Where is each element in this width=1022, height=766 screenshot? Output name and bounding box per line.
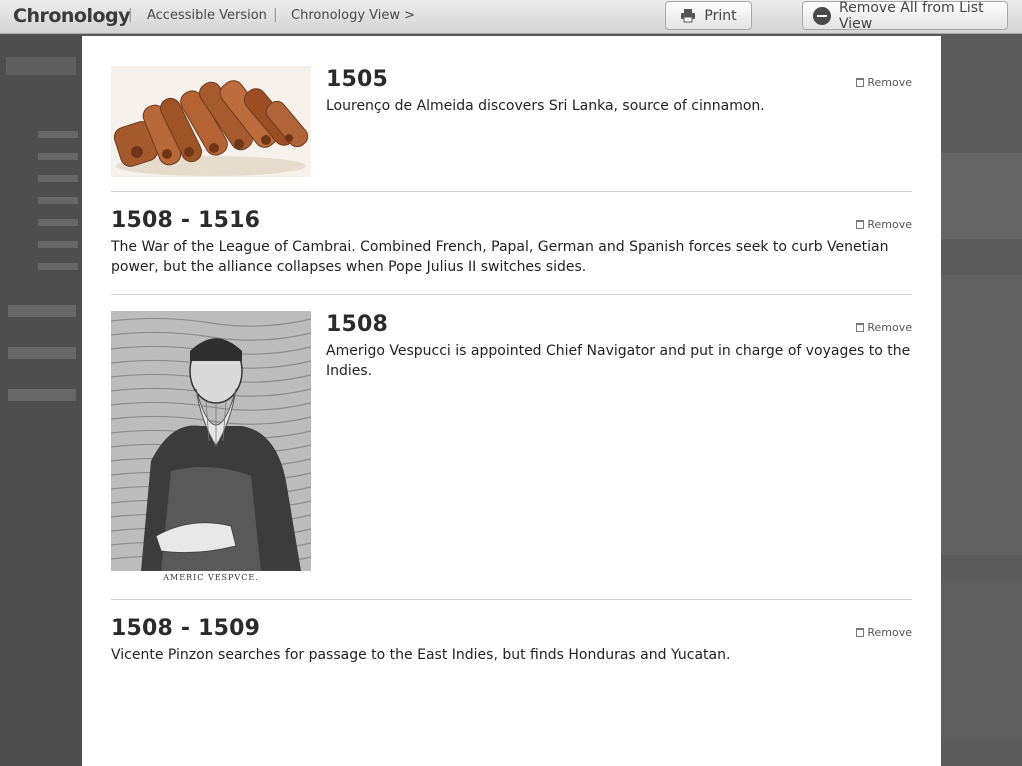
- accessible-version-link[interactable]: Accessible Version: [147, 8, 267, 23]
- entry-image-portrait: AMERIC VESPVCE.: [111, 311, 311, 585]
- list-item: 1505 Lourenço de Almeida discovers Sri L…: [111, 66, 912, 178]
- trash-icon: [856, 628, 865, 637]
- trash-icon: [856, 323, 865, 332]
- list-item: 1508 - 1516 The War of the League of Cam…: [111, 208, 912, 280]
- entry-year: 1505: [326, 67, 389, 92]
- remove-label: Remove: [867, 321, 912, 334]
- divider: [111, 191, 912, 192]
- remove-label: Remove: [867, 626, 912, 639]
- print-button[interactable]: Print: [665, 1, 752, 30]
- cinnamon-image: [111, 66, 311, 177]
- printer-icon: [681, 8, 696, 22]
- entry-year: 1508: [326, 312, 389, 337]
- background-timeline: [941, 35, 1022, 766]
- divider: [111, 599, 912, 600]
- remove-entry-button[interactable]: Remove: [856, 321, 912, 334]
- entry-image-cinnamon: [111, 66, 311, 177]
- list-view-modal: 1505 Lourenço de Almeida discovers Sri L…: [82, 36, 941, 766]
- remove-entry-button[interactable]: Remove: [856, 76, 912, 89]
- remove-all-button[interactable]: Remove All from List View: [802, 0, 1008, 32]
- toolbar-separator: |: [128, 7, 133, 23]
- portrait-engraving: [111, 311, 311, 571]
- toolbar-separator: |: [273, 7, 278, 23]
- entry-description: Vicente Pinzon searches for passage to t…: [111, 647, 731, 663]
- list-item: AMERIC VESPVCE. 1508 Amerigo Vespucci is…: [111, 311, 912, 585]
- app-title: Chronology: [13, 5, 131, 27]
- remove-label: Remove: [867, 218, 912, 231]
- list-item: 1508 - 1509 Vicente Pinzon searches for …: [111, 616, 912, 668]
- chronology-view-link[interactable]: Chronology View >: [291, 8, 415, 23]
- print-label: Print: [704, 7, 737, 24]
- remove-entry-button[interactable]: Remove: [856, 626, 912, 639]
- entry-year: 1508 - 1516: [111, 208, 261, 233]
- portrait-caption: AMERIC VESPVCE.: [163, 573, 259, 582]
- remove-label: Remove: [867, 76, 912, 89]
- background-sidebar: [0, 35, 82, 766]
- remove-entry-button[interactable]: Remove: [856, 218, 912, 231]
- entry-year: 1508 - 1509: [111, 616, 261, 641]
- top-toolbar: Chronology | Accessible Version | Chrono…: [0, 0, 1022, 34]
- entry-description: The War of the League of Cambrai. Combin…: [111, 239, 889, 275]
- trash-icon: [856, 220, 865, 229]
- entry-description: Amerigo Vespucci is appointed Chief Navi…: [326, 343, 911, 379]
- remove-all-label: Remove All from List View: [839, 0, 984, 32]
- minus-circle-icon: [813, 6, 831, 25]
- divider: [111, 294, 912, 295]
- entry-description: Lourenço de Almeida discovers Sri Lanka,…: [326, 98, 765, 114]
- trash-icon: [856, 78, 865, 87]
